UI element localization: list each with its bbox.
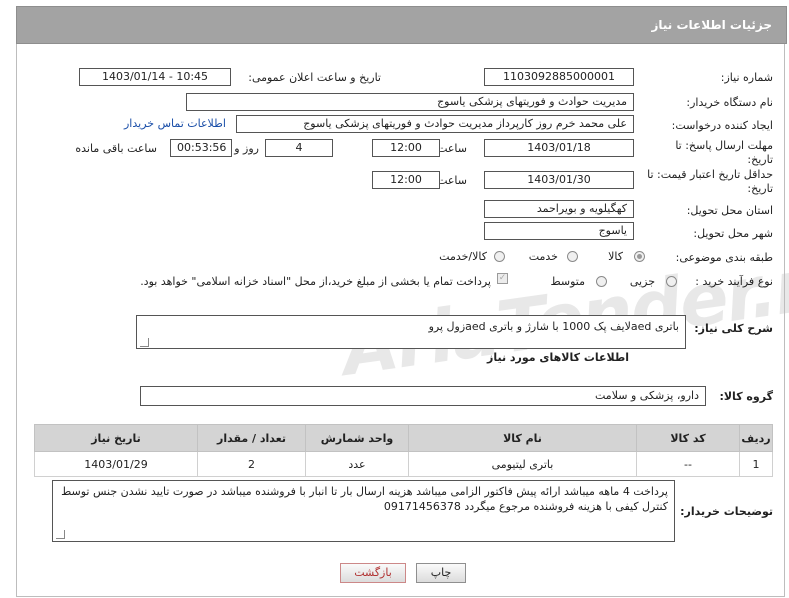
buyer-org-field: مدیریت حوادث و فوریتهای پزشکی یاسوج — [186, 93, 634, 111]
panel-header: جزئیات اطلاعات نیاز — [16, 6, 787, 44]
print-button[interactable]: چاپ — [416, 563, 466, 583]
resize-grip-icon-notes[interactable] — [56, 530, 65, 539]
process-medium-label: متوسط — [550, 275, 585, 288]
reply-time-label: ساعت — [437, 142, 467, 155]
price-validity-label-date: تاریخ: — [747, 182, 773, 195]
col-header-row: ردیف — [739, 424, 773, 452]
buyer-org-label: نام دستگاه خریدار: — [686, 96, 773, 109]
cell-need-date: 1403/01/29 — [34, 451, 198, 477]
remaining-time-label: ساعت باقی مانده — [75, 142, 157, 155]
goods-group-label: گروه کالا: — [719, 390, 773, 403]
treasury-payment-checkbox[interactable]: ✓ — [497, 273, 508, 284]
price-validity-label: حداقل تاریخ اعتبار قیمت: تا — [647, 168, 773, 181]
items-table: ردیف کد کالا نام کالا واحد شمارش تعداد /… — [34, 424, 773, 477]
process-label: نوع فرآیند خرید : — [695, 275, 773, 288]
process-medium-radio[interactable] — [596, 276, 607, 287]
price-time-label: ساعت — [437, 174, 467, 187]
col-header-name: نام کالا — [408, 424, 637, 452]
resize-grip-icon[interactable] — [140, 338, 149, 347]
cell-item-name: باتری لیتیومی — [408, 451, 637, 477]
general-desc-field: باتری aedلایف پک 1000 با شارژ و باتری ae… — [136, 315, 686, 349]
creator-label: ایجاد کننده درخواست: — [671, 119, 773, 132]
need-number-label: شماره نیاز: — [720, 71, 773, 84]
category-goods-label: کالا — [608, 250, 623, 263]
items-table-header: ردیف کد کالا نام کالا واحد شمارش تعداد /… — [34, 424, 773, 452]
buyer-contact-link[interactable]: اطلاعات تماس خریدار — [124, 117, 226, 130]
city-field: یاسوج — [484, 222, 634, 240]
buyer-notes-label: توضیحات خریدار: — [680, 505, 773, 518]
announce-date-label: تاریخ و ساعت اعلان عمومی: — [248, 71, 381, 84]
creator-field: علی محمد خرم روز کارپرداز مدیریت حوادث و… — [236, 115, 634, 133]
cell-item-code: -- — [636, 451, 740, 477]
col-header-unit: واحد شمارش — [305, 424, 409, 452]
category-service-label: خدمت — [528, 250, 558, 263]
category-goods-service-radio[interactable] — [494, 251, 505, 262]
days-remaining-field: 4 — [265, 139, 333, 157]
reply-date-field: 1403/01/18 — [484, 139, 634, 157]
price-date-field: 1403/01/30 — [484, 171, 634, 189]
col-header-date: تاریخ نیاز — [34, 424, 198, 452]
buyer-notes-field: پرداخت 4 ماهه میباشد ارائه پیش فاکتور ال… — [52, 480, 675, 542]
reply-deadline-label: مهلت ارسال پاسخ: تا — [675, 139, 773, 152]
table-row: 1 -- باتری لیتیومی عدد 2 1403/01/29 — [34, 451, 773, 477]
city-label: شهر محل تحویل: — [693, 227, 773, 240]
reply-deadline-label-date: تاریخ: — [747, 153, 773, 166]
back-button[interactable]: بازگشت — [340, 563, 406, 583]
cell-quantity: 2 — [197, 451, 306, 477]
province-field: کهگیلویه و بویراحمد — [484, 200, 634, 218]
col-header-code: کد کالا — [636, 424, 740, 452]
cell-unit: عدد — [305, 451, 409, 477]
general-desc-label: شرح کلی نیاز: — [694, 322, 773, 335]
goods-group-field: دارو، پزشکی و سلامت — [140, 386, 706, 406]
category-label: طبقه بندی موضوعی: — [675, 251, 773, 264]
process-minor-radio[interactable] — [666, 276, 677, 287]
days-label: روز و — [234, 142, 259, 155]
province-label: استان محل تحویل: — [686, 204, 773, 217]
treasury-payment-note: پرداخت تمام یا بخشی از مبلغ خرید،از محل … — [140, 275, 491, 288]
price-time-field: 12:00 — [372, 171, 440, 189]
cell-row-number: 1 — [739, 451, 773, 477]
reply-time-field: 12:00 — [372, 139, 440, 157]
category-goods-radio[interactable] — [634, 251, 645, 262]
category-goods-service-label: کالا/خدمت — [439, 250, 487, 263]
announce-date-field: 1403/01/14 - 10:45 — [79, 68, 231, 86]
col-header-qty: تعداد / مقدار — [197, 424, 306, 452]
category-service-radio[interactable] — [567, 251, 578, 262]
page-title: جزئیات اطلاعات نیاز — [651, 18, 772, 32]
need-number-field: 1103092885000001 — [484, 68, 634, 86]
goods-info-title: اطلاعات کالاهای مورد نیاز — [487, 351, 629, 364]
remaining-time-field: 00:53:56 — [170, 139, 232, 157]
process-minor-label: جزیی — [629, 275, 655, 288]
